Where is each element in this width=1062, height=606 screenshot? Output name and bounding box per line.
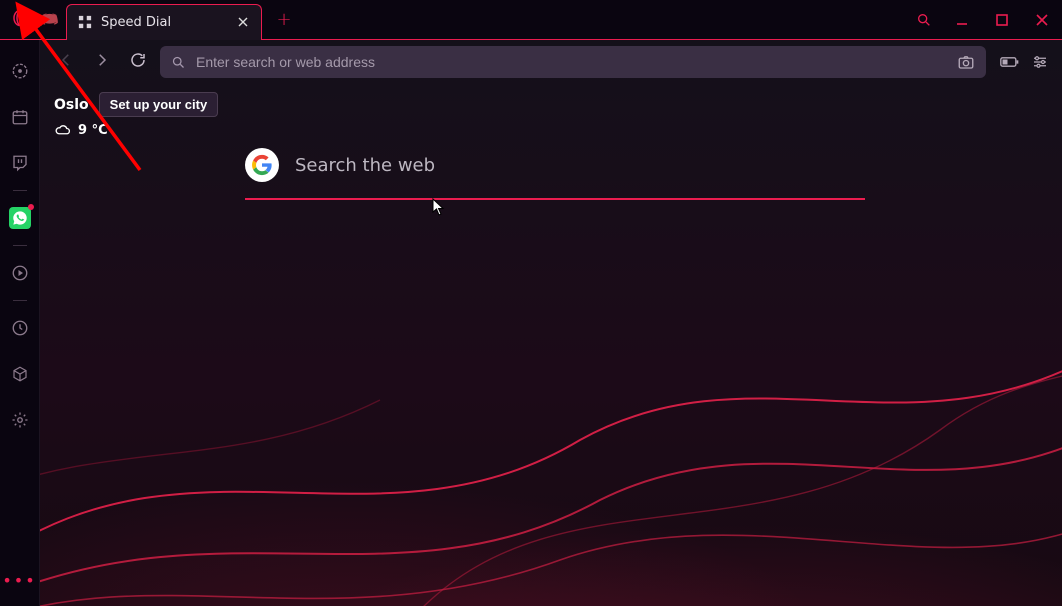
settings-icon[interactable] bbox=[9, 409, 31, 431]
setup-city-button[interactable]: Set up your city bbox=[99, 92, 219, 117]
maximize-icon bbox=[996, 14, 1008, 26]
discord-icon[interactable] bbox=[42, 11, 60, 29]
sidebar-separator bbox=[13, 300, 27, 301]
close-icon bbox=[1036, 14, 1048, 26]
close-window-button[interactable] bbox=[1022, 0, 1062, 40]
address-input[interactable] bbox=[196, 54, 946, 70]
minimize-button[interactable] bbox=[942, 0, 982, 40]
tab-title: Speed Dial bbox=[101, 15, 227, 30]
center-search[interactable]: Search the web bbox=[245, 148, 865, 200]
app-menu-button[interactable] bbox=[0, 9, 40, 31]
cube-icon[interactable] bbox=[9, 363, 31, 385]
chevron-left-icon bbox=[57, 51, 75, 73]
weather-city: Oslo bbox=[54, 97, 89, 113]
maximize-button[interactable] bbox=[982, 0, 1022, 40]
sidebar-separator bbox=[13, 190, 27, 191]
forward-button[interactable] bbox=[88, 48, 116, 76]
reload-icon bbox=[129, 51, 147, 73]
minimize-icon bbox=[956, 14, 968, 26]
address-bar[interactable] bbox=[160, 46, 986, 78]
calendar-icon[interactable] bbox=[9, 106, 31, 128]
history-icon[interactable] bbox=[9, 317, 31, 339]
whatsapp-icon[interactable] bbox=[9, 207, 31, 229]
toolbar bbox=[40, 40, 1062, 84]
gx-corner-icon[interactable] bbox=[9, 60, 31, 82]
plus-icon: + bbox=[276, 9, 291, 30]
reload-button[interactable] bbox=[124, 48, 152, 76]
main-content: Oslo Set up your city 9 °C Search the we… bbox=[40, 40, 1062, 606]
sliders-icon[interactable] bbox=[1030, 52, 1050, 72]
back-button[interactable] bbox=[52, 48, 80, 76]
search-icon bbox=[916, 12, 932, 28]
chevron-right-icon bbox=[93, 51, 111, 73]
twitch-icon[interactable] bbox=[9, 152, 31, 174]
pinned-icons bbox=[40, 11, 66, 29]
window-controls bbox=[906, 0, 1062, 40]
sidebar-separator bbox=[13, 245, 27, 246]
weather-widget: Oslo Set up your city 9 °C bbox=[54, 92, 218, 139]
center-search-placeholder: Search the web bbox=[295, 155, 435, 176]
toolbar-right bbox=[994, 52, 1050, 72]
tab-search-button[interactable] bbox=[906, 0, 942, 40]
google-logo-icon bbox=[245, 148, 279, 182]
camera-icon[interactable] bbox=[956, 52, 976, 72]
cloud-icon bbox=[54, 121, 72, 139]
tab-close-button[interactable] bbox=[235, 14, 251, 30]
active-tab[interactable]: Speed Dial bbox=[66, 4, 262, 40]
titlebar: Speed Dial + bbox=[0, 0, 1062, 40]
weather-temp: 9 °C bbox=[78, 123, 108, 138]
search-icon bbox=[170, 54, 186, 70]
battery-icon[interactable] bbox=[1000, 52, 1020, 72]
play-icon[interactable] bbox=[9, 262, 31, 284]
sidebar: ••• bbox=[0, 40, 40, 606]
grid-icon bbox=[77, 14, 93, 30]
new-tab-button[interactable]: + bbox=[270, 6, 298, 34]
opera-icon bbox=[11, 9, 29, 31]
sidebar-more-button[interactable]: ••• bbox=[2, 571, 36, 590]
